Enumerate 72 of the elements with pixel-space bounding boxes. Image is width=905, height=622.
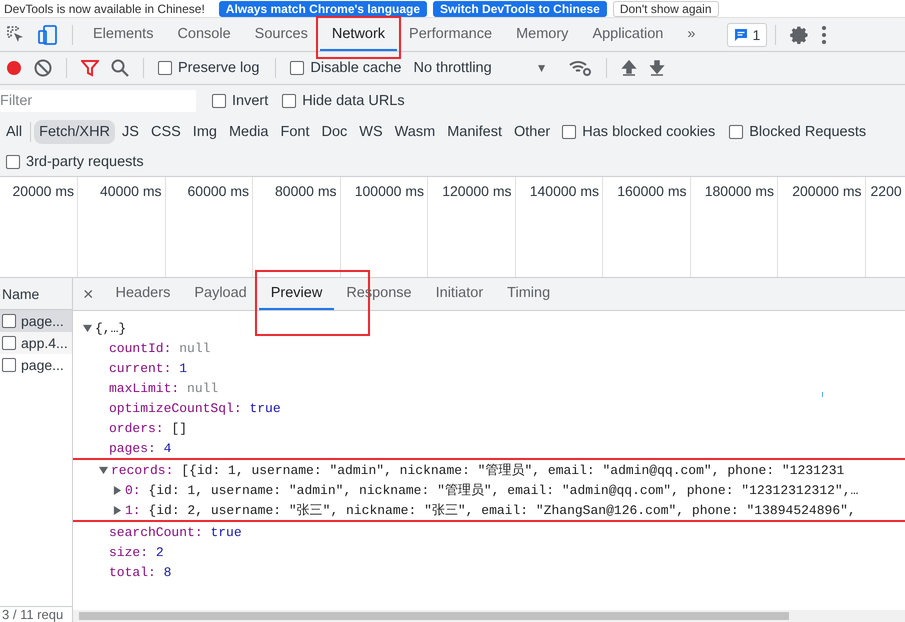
detail-tab[interactable]: Payload xyxy=(182,278,259,310)
detail-tab[interactable]: Headers xyxy=(104,278,182,310)
checkbox[interactable]: Invert xyxy=(212,93,268,109)
expanded-triangle-icon[interactable] xyxy=(83,324,92,332)
detail-tab[interactable]: Initiator xyxy=(424,278,496,310)
property-line: countId: null xyxy=(109,340,210,356)
panel-tab[interactable]: Elements xyxy=(81,18,166,51)
type-filter-button[interactable]: Other xyxy=(509,120,556,144)
checkbox[interactable]: 3rd-party requests xyxy=(6,154,144,170)
timeline-tick-label: 2200 xyxy=(870,183,902,199)
panel-tab[interactable]: Memory xyxy=(504,18,580,51)
status-text: 3 / 11 requ xyxy=(0,606,72,622)
banner-button[interactable]: Don't show again xyxy=(612,0,719,16)
type-filter-button[interactable]: Manifest xyxy=(442,120,507,144)
property-line: maxLimit: null xyxy=(109,380,218,396)
property-line: current: 1 xyxy=(109,360,188,376)
panel-tab[interactable]: Console xyxy=(165,18,243,51)
checkbox[interactable]: Disable cache xyxy=(290,60,402,76)
checkbox[interactable]: Blocked Requests xyxy=(729,124,866,140)
type-filter-button[interactable]: CSS xyxy=(146,120,186,144)
property-line: 0: {id: 1, username: "admin", nickname: "管理员", email: "admin@qq.com", phone: "12312312312",… xyxy=(125,482,858,499)
panel-tab[interactable]: Performance xyxy=(397,18,504,51)
timeline-tick-label: 20000 ms xyxy=(12,183,74,199)
banner-button[interactable]: Switch DevTools to Chinese xyxy=(433,0,607,16)
expanded-triangle-icon[interactable] xyxy=(99,466,108,474)
property-line: pages: 4 xyxy=(109,440,172,456)
detail-tab[interactable]: Timing xyxy=(495,278,562,310)
filter-field[interactable]: Filter xyxy=(0,90,196,112)
type-filter-button[interactable]: WS xyxy=(354,120,388,144)
type-filter-button[interactable]: Media xyxy=(224,120,274,144)
banner-button[interactable]: Always match Chrome's language xyxy=(218,0,428,16)
type-filter-button[interactable]: Wasm xyxy=(390,120,440,144)
property-line: searchCount: true xyxy=(109,524,242,540)
timeline-tick-label: 100000 ms xyxy=(354,183,424,199)
panel-tab[interactable]: Application xyxy=(580,18,676,51)
timeline-tick-label: 160000 ms xyxy=(617,183,686,199)
detail-tab[interactable]: Preview xyxy=(258,278,334,310)
property-line: {,…} xyxy=(95,320,126,336)
collapsed-triangle-icon[interactable] xyxy=(113,506,122,514)
property-line: 1: {id: 2, username: "张三", nickname: "张三", email: "ZhangSan@126.com", phone: "13894524896", xyxy=(125,502,856,519)
property-line: orders: [] xyxy=(109,420,188,436)
checkbox[interactable]: Preserve log xyxy=(158,60,260,76)
type-filter-button[interactable]: Fetch/XHR xyxy=(34,120,116,144)
type-filter-button[interactable]: JS xyxy=(117,120,144,144)
checkbox[interactable]: Hide data URLs xyxy=(282,93,405,109)
timeline-tick-label: 180000 ms xyxy=(704,183,774,199)
type-filter-button[interactable]: Doc xyxy=(316,120,352,144)
panel-tab[interactable]: Sources xyxy=(242,18,320,51)
timeline-tick-label: 200000 ms xyxy=(792,183,862,199)
issues-button[interactable]: 1 xyxy=(727,22,768,46)
timeline-tick-label: 120000 ms xyxy=(442,183,512,199)
message-icon xyxy=(734,28,748,42)
banner-message: DevTools is now available in Chinese! xyxy=(4,2,205,16)
scrollbar-thumb[interactable] xyxy=(79,612,789,620)
request-row[interactable]: app.4... xyxy=(0,332,72,354)
type-filter-button[interactable]: Font xyxy=(275,120,314,144)
throttling-select[interactable]: No throttling xyxy=(413,60,492,76)
property-line: records: [{id: 1, username: "admin", nickname: "管理员", email: "admin@qq.com", phone: "1231231 xyxy=(111,462,844,479)
type-filter-button[interactable]: Img xyxy=(188,120,222,144)
timeline-tick-label: 60000 ms xyxy=(188,183,249,199)
request-row[interactable]: page... xyxy=(0,310,72,332)
timeline-tick-label: 140000 ms xyxy=(530,183,599,199)
type-filter-button[interactable]: All xyxy=(1,120,28,144)
timeline-tick-label: 80000 ms xyxy=(275,183,336,199)
timeline-tick-label: 40000 ms xyxy=(100,183,162,199)
property-line: total: 8 xyxy=(109,564,172,580)
caret-icon[interactable]: ▼ xyxy=(536,61,548,75)
collapsed-triangle-icon[interactable] xyxy=(113,486,122,494)
property-line: size: 2 xyxy=(109,544,164,560)
more-tabs-button[interactable]: » xyxy=(675,18,708,51)
property-line: optimizeCountSql: true xyxy=(109,400,281,416)
checkbox[interactable]: Has blocked cookies xyxy=(562,124,716,140)
